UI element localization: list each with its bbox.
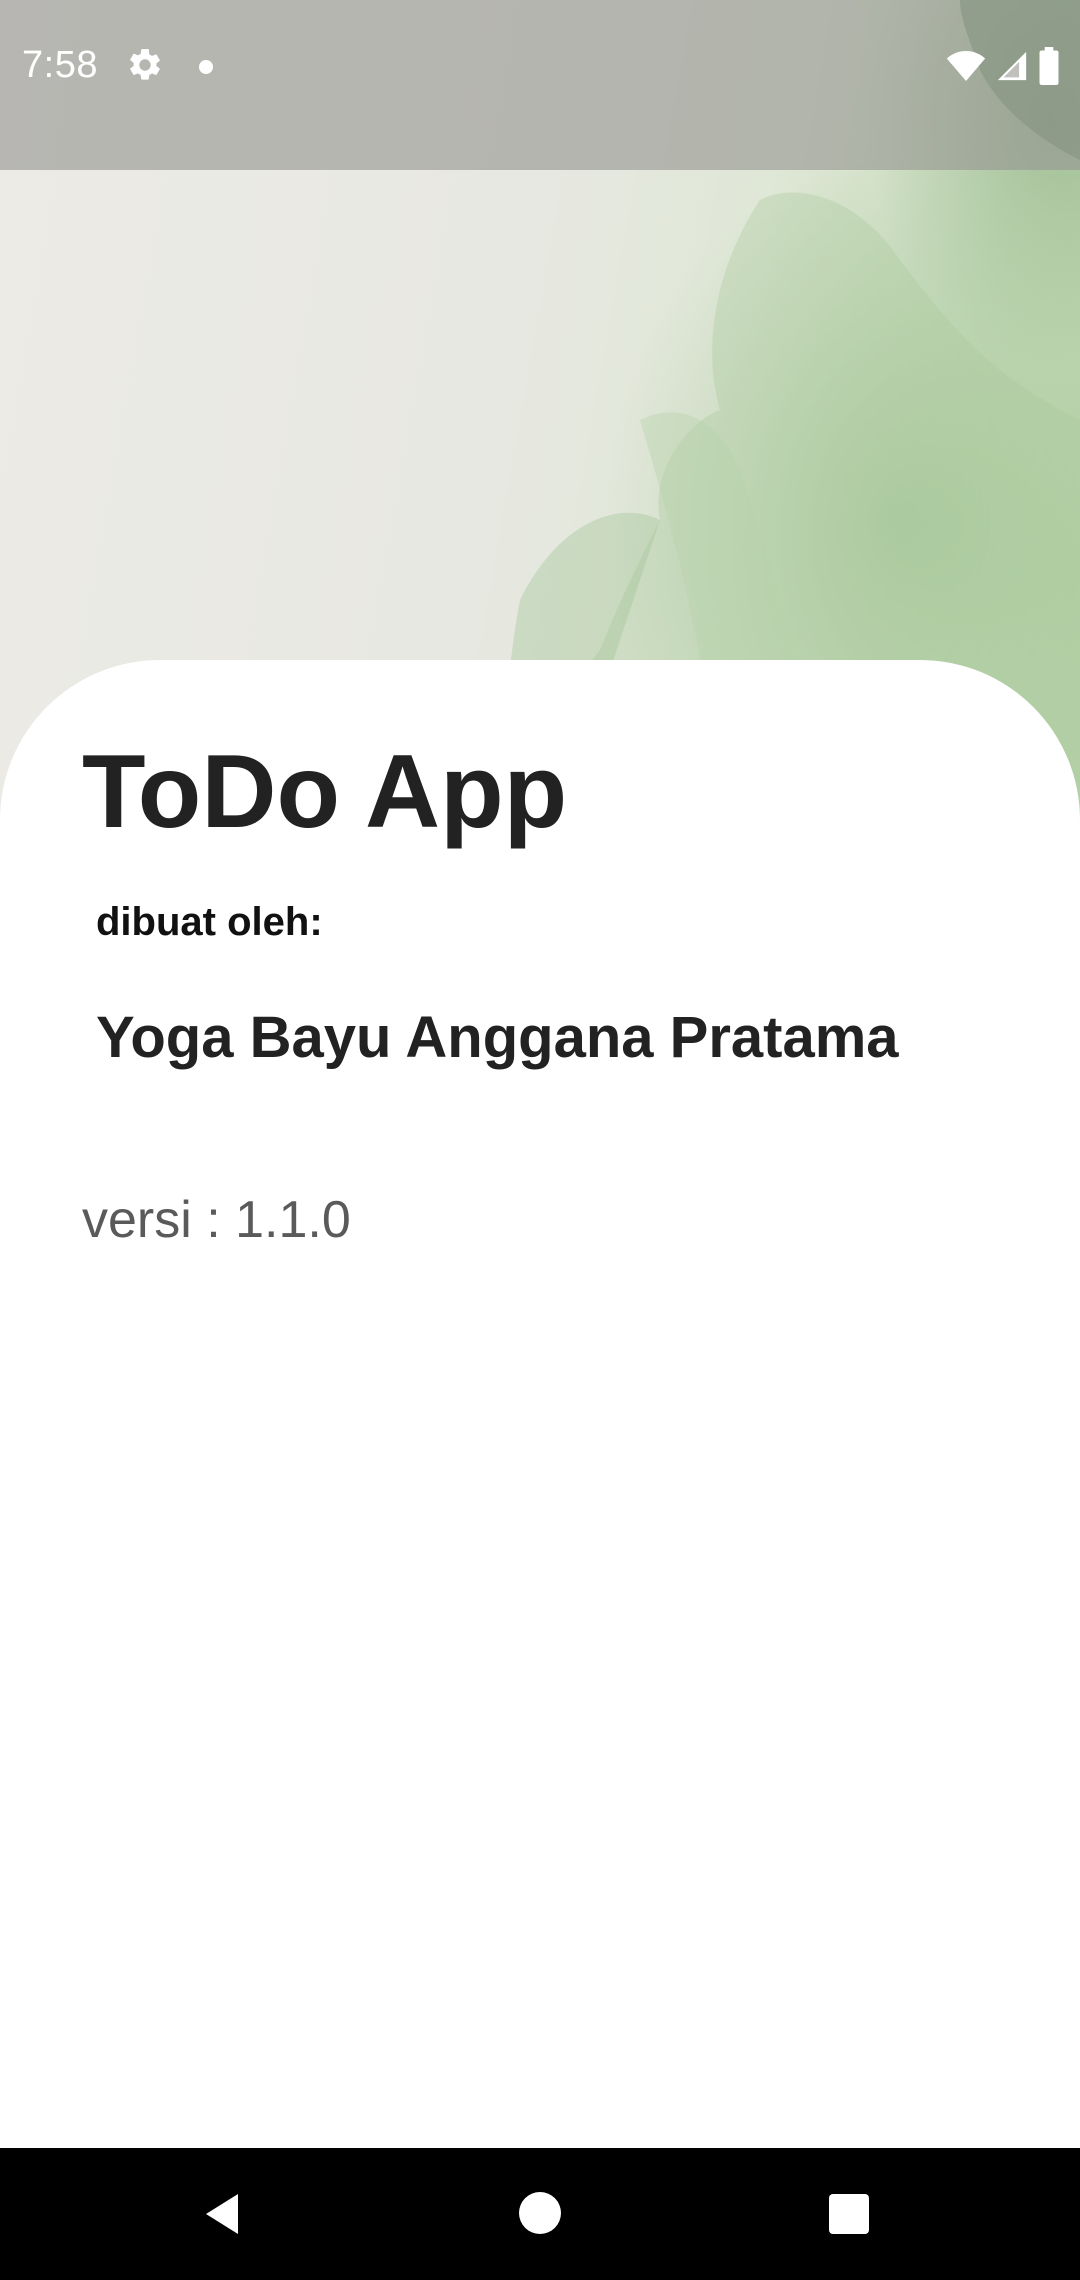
battery-icon xyxy=(1039,47,1059,85)
status-time: 7:58 xyxy=(22,44,98,86)
about-screen: 7:58 ToDo App dibuat oleh: Yoga Bayu Ang… xyxy=(0,0,1080,2280)
recents-icon[interactable] xyxy=(829,2194,869,2234)
home-icon[interactable] xyxy=(519,2192,561,2234)
notification-dot-icon xyxy=(199,60,213,74)
wifi-icon xyxy=(946,51,986,81)
app-title: ToDo App xyxy=(82,734,568,850)
version-text: versi : 1.1.0 xyxy=(82,1191,351,1249)
about-card xyxy=(0,660,1080,2150)
status-indicators xyxy=(946,46,1060,86)
cellular-signal-icon xyxy=(997,51,1027,81)
made-by-label: dibuat oleh: xyxy=(96,900,323,944)
author-name: Yoga Bayu Anggana Pratama xyxy=(96,1005,899,1070)
gear-icon xyxy=(130,49,160,80)
status-bar: 7:58 xyxy=(0,0,1080,170)
navigation-bar xyxy=(0,2148,1080,2280)
back-icon[interactable] xyxy=(200,2190,248,2238)
